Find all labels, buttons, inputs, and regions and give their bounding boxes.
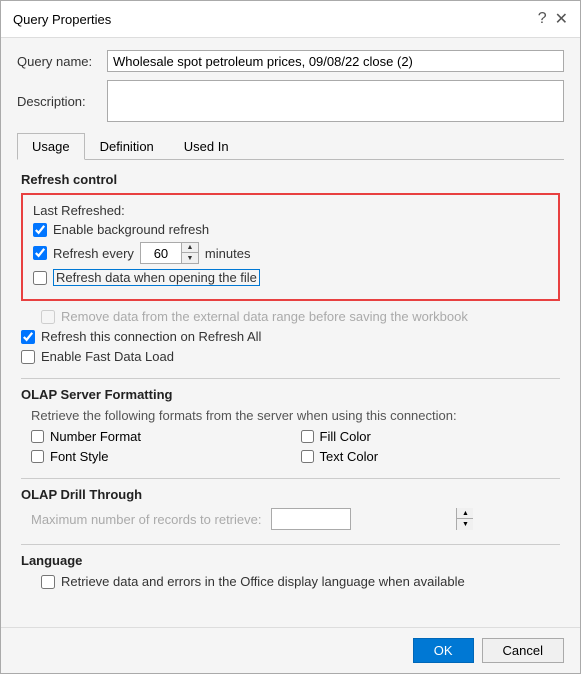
tab-used-in[interactable]: Used In — [169, 133, 244, 160]
help-icon[interactable]: ? — [538, 10, 547, 28]
refresh-all-row: Refresh this connection on Refresh All — [21, 329, 560, 344]
font-style-checkbox[interactable] — [31, 450, 44, 463]
olap-formatting-title: OLAP Server Formatting — [21, 387, 560, 402]
drill-spinner-up[interactable]: ▲ — [457, 508, 473, 519]
refresh-every-input[interactable] — [141, 244, 181, 263]
refresh-control-title: Refresh control — [21, 172, 560, 187]
enable-bg-refresh-checkbox[interactable] — [33, 223, 47, 237]
tab-content-usage: Refresh control Last Refreshed: Enable b… — [17, 160, 564, 615]
refresh-data-row: Refresh data when opening the file — [33, 269, 548, 286]
dialog-title: Query Properties — [13, 12, 111, 27]
fast-data-row: Enable Fast Data Load — [21, 349, 560, 364]
description-textarea[interactable] — [107, 80, 564, 122]
olap-font-style: Font Style — [31, 449, 291, 464]
query-name-row: Query name: — [17, 50, 564, 72]
refresh-all-checkbox[interactable] — [21, 330, 35, 344]
refresh-every-label: Refresh every — [53, 246, 134, 261]
dialog-form: Query name: Description: Usage Definitio… — [1, 38, 580, 627]
drill-spinner-input[interactable] — [272, 510, 456, 529]
enable-bg-refresh-label: Enable background refresh — [53, 222, 209, 237]
olap-number-format: Number Format — [31, 429, 291, 444]
olap-formatting-section: OLAP Server Formatting Retrieve the foll… — [21, 387, 560, 464]
refresh-every-spinner[interactable]: ▲ ▼ — [140, 242, 199, 264]
refresh-every-unit: minutes — [205, 246, 251, 261]
language-title: Language — [21, 553, 560, 568]
refresh-data-label: Refresh data when opening the file — [53, 269, 260, 286]
refresh-control-section: Refresh control Last Refreshed: Enable b… — [21, 172, 560, 364]
tab-definition[interactable]: Definition — [85, 133, 169, 160]
olap-formatting-grid: Number Format Fill Color Font Style Text… — [21, 429, 560, 464]
language-retrieve-label: Retrieve data and errors in the Office d… — [61, 574, 465, 589]
drill-label: Maximum number of records to retrieve: — [31, 512, 261, 527]
refresh-all-label: Refresh this connection on Refresh All — [41, 329, 261, 344]
fast-data-label: Enable Fast Data Load — [41, 349, 174, 364]
refresh-every-checkbox[interactable] — [33, 246, 47, 260]
remove-data-label: Remove data from the external data range… — [61, 309, 468, 324]
divider-1 — [21, 378, 560, 379]
drill-spinner-buttons: ▲ ▼ — [456, 508, 473, 530]
fast-data-checkbox[interactable] — [21, 350, 35, 364]
language-section: Language Retrieve data and errors in the… — [21, 553, 560, 589]
olap-text-color: Text Color — [301, 449, 561, 464]
query-name-input[interactable] — [107, 50, 564, 72]
text-color-checkbox[interactable] — [301, 450, 314, 463]
refresh-data-checkbox[interactable] — [33, 271, 47, 285]
cancel-button[interactable]: Cancel — [482, 638, 564, 663]
last-refreshed-label: Last Refreshed: — [33, 203, 548, 218]
description-label: Description: — [17, 94, 107, 109]
query-properties-dialog: Query Properties ? ✕ Query name: Descrip… — [0, 0, 581, 674]
olap-drill-title: OLAP Drill Through — [21, 487, 560, 502]
spinner-up-button[interactable]: ▲ — [182, 243, 198, 253]
drill-row: Maximum number of records to retrieve: ▲… — [21, 508, 560, 530]
number-format-checkbox[interactable] — [31, 430, 44, 443]
olap-fill-color: Fill Color — [301, 429, 561, 444]
text-color-label: Text Color — [320, 449, 379, 464]
fill-color-label: Fill Color — [320, 429, 371, 444]
remove-data-row: Remove data from the external data range… — [21, 309, 560, 324]
refresh-every-row: Refresh every ▲ ▼ minutes — [33, 242, 548, 264]
divider-3 — [21, 544, 560, 545]
title-bar-controls: ? ✕ — [538, 9, 568, 29]
language-retrieve-row: Retrieve data and errors in the Office d… — [21, 574, 560, 589]
query-name-label: Query name: — [17, 54, 107, 69]
spinner-down-button[interactable]: ▼ — [182, 253, 198, 263]
title-bar: Query Properties ? ✕ — [1, 1, 580, 38]
fill-color-checkbox[interactable] — [301, 430, 314, 443]
tabs-bar: Usage Definition Used In — [17, 132, 564, 160]
title-bar-left: Query Properties — [13, 12, 111, 27]
enable-bg-refresh-row: Enable background refresh — [33, 222, 548, 237]
divider-2 — [21, 478, 560, 479]
remove-data-checkbox — [41, 310, 55, 324]
refresh-box: Last Refreshed: Enable background refres… — [21, 193, 560, 301]
ok-button[interactable]: OK — [413, 638, 474, 663]
olap-formatting-desc: Retrieve the following formats from the … — [21, 408, 560, 423]
spinner-buttons: ▲ ▼ — [181, 243, 198, 263]
tab-usage[interactable]: Usage — [17, 133, 85, 160]
close-icon[interactable]: ✕ — [555, 9, 568, 29]
font-style-label: Font Style — [50, 449, 109, 464]
language-retrieve-checkbox[interactable] — [41, 575, 55, 589]
olap-drill-section: OLAP Drill Through Maximum number of rec… — [21, 487, 560, 530]
dialog-footer: OK Cancel — [1, 627, 580, 673]
drill-spinner-down[interactable]: ▼ — [457, 519, 473, 530]
drill-spinner[interactable]: ▲ ▼ — [271, 508, 351, 530]
number-format-label: Number Format — [50, 429, 141, 444]
description-row: Description: — [17, 80, 564, 122]
